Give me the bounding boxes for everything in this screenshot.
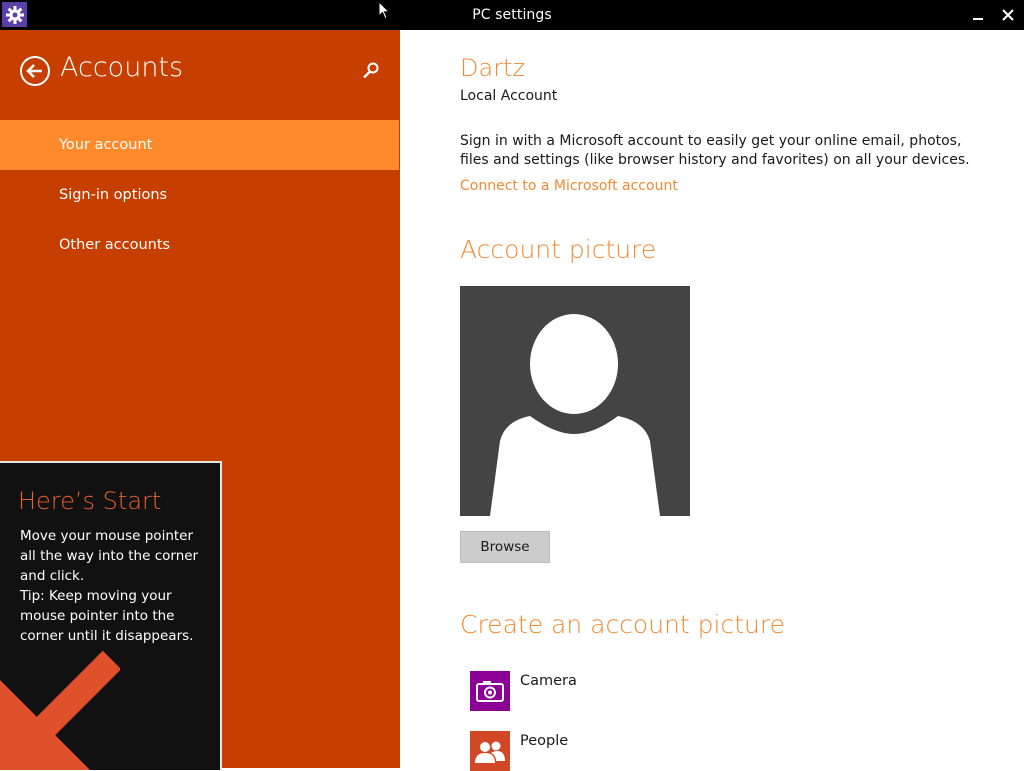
tip-line: all the way into the corner <box>20 548 199 564</box>
minimize-button[interactable] <box>963 0 993 30</box>
search-button[interactable] <box>361 61 381 81</box>
nav-item-label: Sign-in options <box>59 187 168 203</box>
people-icon <box>475 741 505 763</box>
nav-item-sign-in-options[interactable]: Sign-in options <box>0 170 399 220</box>
tip-line: Tip: Keep moving your <box>20 588 172 604</box>
connect-microsoft-account-link[interactable]: Connect to a Microsoft account <box>460 178 678 194</box>
tip-line: corner until it disappears. <box>20 628 194 644</box>
nav-item-label: Your account <box>59 137 153 153</box>
search-icon <box>363 62 379 79</box>
browse-button[interactable]: Browse <box>460 531 550 563</box>
account-description: Sign in with a Microsoft account to easi… <box>460 133 970 168</box>
mouse-cursor-icon <box>378 1 390 20</box>
nav-item-label: Other accounts <box>59 237 171 253</box>
app-item-camera[interactable]: Camera <box>470 671 770 711</box>
user-name: Dartz <box>460 54 526 82</box>
camera-icon <box>476 681 504 702</box>
app-item-people[interactable]: People <box>470 731 770 771</box>
minimize-icon <box>973 18 983 20</box>
tip-line: Move your mouse pointer <box>20 528 194 544</box>
start-tip-overlay[interactable]: Here’s Start Move your mouse pointer all… <box>0 461 222 770</box>
back-arrow-icon <box>20 56 50 86</box>
account-picture-heading: Account picture <box>460 235 657 264</box>
corner-arrow-icon <box>0 650 120 770</box>
create-account-picture-heading: Create an account picture <box>460 610 785 639</box>
account-type: Local Account <box>460 88 558 104</box>
tip-line: and click. <box>20 568 85 584</box>
nav-item-your-account[interactable]: Your account <box>0 120 399 170</box>
account-content-pane: Dartz Local Account Sign in with a Micro… <box>400 30 1024 771</box>
title-bar: PC settings <box>0 0 1024 30</box>
nav-item-other-accounts[interactable]: Other accounts <box>0 220 399 270</box>
app-label: People <box>520 733 569 749</box>
close-button[interactable] <box>993 0 1023 30</box>
tip-body: Move your mouse pointer all the way into… <box>20 526 210 646</box>
page-title: Accounts <box>60 52 184 83</box>
window-title: PC settings <box>472 7 552 23</box>
close-icon <box>1002 9 1014 21</box>
camera-app-tile <box>470 671 510 711</box>
app-label: Camera <box>520 673 577 689</box>
tip-title: Here’s Start <box>18 487 162 515</box>
back-button[interactable] <box>19 55 51 87</box>
user-silhouette-icon <box>490 314 660 516</box>
account-picture <box>460 286 690 516</box>
tip-line: mouse pointer into the <box>20 608 175 624</box>
people-app-tile <box>470 731 510 771</box>
